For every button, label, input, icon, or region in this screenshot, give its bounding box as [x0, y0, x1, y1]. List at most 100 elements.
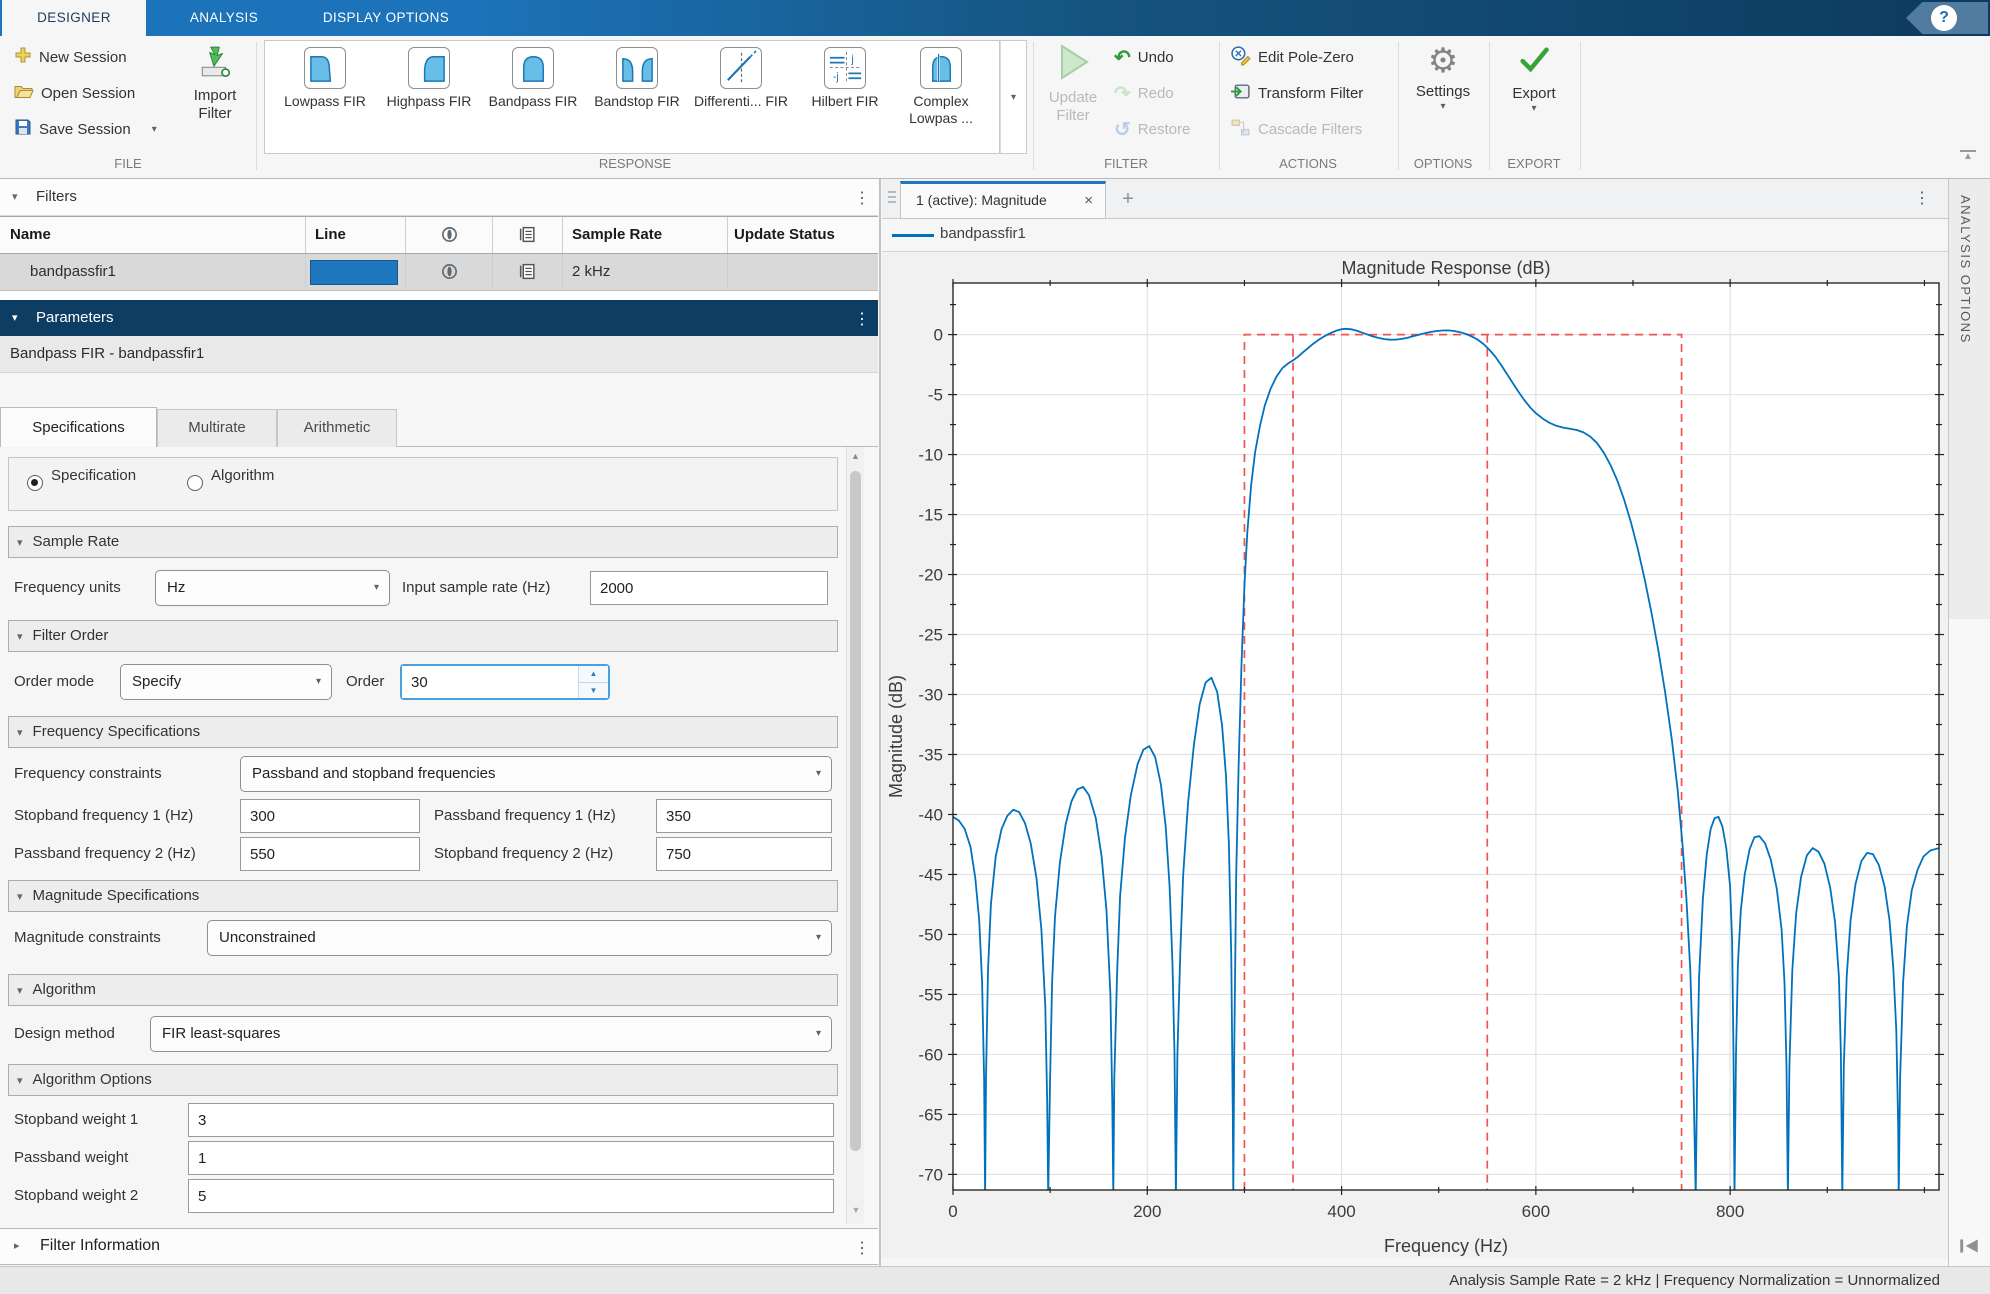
magnitude-specifications-section-header[interactable]: ▾Magnitude Specifications [8, 880, 838, 912]
tab-analysis[interactable]: ANALYSIS [146, 0, 302, 36]
response-differentiator-fir[interactable]: Differenti... FIR [689, 47, 793, 110]
stopband-frequency-2-field[interactable] [656, 837, 832, 871]
filters-panel-menu-icon[interactable]: ⋮ [854, 188, 870, 208]
response-hilbert-fir[interactable]: j-j Hilbert FIR [793, 47, 897, 110]
undo-button[interactable]: ↶ Undo [1114, 44, 1174, 70]
collapse-ribbon-button[interactable]: ▲ [1958, 150, 1978, 162]
export-button[interactable]: Export ▾ [1499, 42, 1569, 114]
chevron-down-icon: ▾ [816, 757, 821, 791]
add-display-tab-button[interactable]: + [1110, 181, 1146, 219]
response-highpass-fir[interactable]: Highpass FIR [377, 47, 481, 110]
settings-button[interactable]: ⚙ Settings ▾ [1408, 42, 1478, 112]
highpass-fir-label: Highpass FIR [377, 93, 481, 110]
order-mode-dropdown[interactable]: Specify▾ [120, 664, 332, 700]
display-panel-menu-icon[interactable]: ⋮ [1914, 188, 1930, 208]
tab-display-options[interactable]: DISPLAY OPTIONS [302, 0, 470, 36]
save-session-button[interactable]: Save Session ▾ [14, 116, 157, 142]
design-method-dropdown[interactable]: FIR least-squares▾ [150, 1016, 832, 1052]
magnitude-display-tab[interactable]: 1 (active): Magnitude × [900, 181, 1106, 219]
update-filter-button[interactable]: Update Filter [1040, 42, 1106, 125]
magnitude-constraints-dropdown[interactable]: Unconstrained▾ [207, 920, 832, 956]
scrollbar-thumb[interactable] [850, 471, 861, 1151]
close-icon[interactable]: × [1084, 184, 1093, 217]
transform-filter-button[interactable]: Transform Filter [1230, 80, 1363, 106]
scrollbar-down-icon[interactable]: ▼ [847, 1205, 865, 1215]
cascade-filters-icon [1230, 117, 1251, 142]
filter-order-section-header[interactable]: ▾Filter Order [8, 620, 838, 652]
stopband-frequency-1-field[interactable] [240, 799, 420, 833]
frequency-units-dropdown[interactable]: Hz▾ [155, 570, 390, 606]
cascade-filters-button[interactable]: Cascade Filters [1230, 116, 1362, 142]
parameters-scrollbar[interactable]: ▲ ▼ [846, 447, 864, 1224]
stopband-weight-1-field[interactable] [188, 1103, 834, 1137]
tab-specifications[interactable]: Specifications [0, 407, 157, 448]
svg-text:-60: -60 [918, 1045, 943, 1064]
filter-row-name: bandpassfir1 [30, 263, 116, 280]
response-gallery-expand-button[interactable]: ▾ [1000, 40, 1027, 154]
panel-splitter[interactable] [879, 179, 881, 1266]
filter-row-info-doc-icon[interactable] [518, 262, 537, 285]
tab-arithmetic[interactable]: Arithmetic [277, 409, 397, 447]
spinner-down-icon[interactable]: ▼ [579, 683, 608, 698]
section-label-actions: ACTIONS [1258, 156, 1358, 171]
frequency-constraints-dropdown[interactable]: Passband and stopband frequencies▾ [240, 756, 832, 792]
tab-bar-grip-icon[interactable] [886, 190, 898, 211]
algorithm-options-section-header[interactable]: ▾Algorithm Options [8, 1064, 838, 1096]
filter-row-visibility-eye-icon[interactable] [440, 262, 459, 285]
svg-text:200: 200 [1133, 1202, 1161, 1221]
parameters-collapse-icon[interactable]: ▾ [12, 311, 18, 324]
parameters-tabs: Specifications Multirate Arithmetic [0, 407, 878, 447]
passband-frequency-1-field[interactable] [656, 799, 832, 833]
filters-collapse-icon[interactable]: ▾ [12, 190, 18, 203]
collapse-ribbon-icon: ▲ [1958, 152, 1978, 162]
cascade-filters-label: Cascade Filters [1258, 121, 1362, 138]
save-session-dropdown-icon[interactable]: ▾ [152, 124, 157, 135]
chevron-down-icon: ▾ [374, 571, 379, 605]
filter-information-menu-icon[interactable]: ⋮ [854, 1238, 870, 1258]
order-field[interactable] [402, 666, 578, 698]
specification-radio[interactable] [27, 475, 43, 493]
filter-line-color-swatch[interactable] [310, 260, 398, 285]
stopband-frequency-2-label: Stopband frequency 2 (Hz) [434, 836, 613, 872]
skip-to-start-icon[interactable] [1957, 1237, 1981, 1260]
sample-rate-section-header[interactable]: ▾Sample Rate [8, 526, 838, 558]
export-dropdown-icon: ▾ [1499, 103, 1569, 114]
edit-pole-zero-button[interactable]: Edit Pole-Zero [1230, 44, 1354, 70]
filters-table-row[interactable]: bandpassfir1 2 kHz [0, 254, 878, 291]
spinner-up-icon[interactable]: ▲ [579, 666, 608, 683]
passband-frequency-2-label: Passband frequency 2 (Hz) [14, 836, 196, 872]
tab-multirate[interactable]: Multirate [157, 409, 277, 447]
analysis-options-strip[interactable]: ANALYSIS OPTIONS [1948, 179, 1990, 1266]
redo-button[interactable]: ↷ Redo [1114, 80, 1174, 106]
response-complex-lowpass-fir[interactable]: Complex Lowpas ... [889, 47, 993, 127]
passband-weight-field[interactable] [188, 1141, 834, 1175]
tab-designer[interactable]: DESIGNER [2, 0, 146, 36]
specifications-content: Specification Algorithm ▾Sample Rate Fre… [0, 447, 878, 1224]
magnitude-response-figure[interactable]: 0-5-10-15-20-25-30-35-40-45-50-55-60-65-… [882, 252, 1948, 1258]
passband-frequency-2-field[interactable] [240, 837, 420, 871]
input-sample-rate-field[interactable] [590, 571, 828, 605]
response-bandpass-fir[interactable]: Bandpass FIR [481, 47, 585, 110]
algorithm-section-header[interactable]: ▾Algorithm [8, 974, 838, 1006]
legend-line-sample [892, 234, 934, 237]
section-label-export: EXPORT [1484, 156, 1584, 171]
hilbert-fir-icon: j-j [824, 47, 866, 89]
open-session-button[interactable]: Open Session [14, 80, 135, 106]
order-spinner[interactable]: ▲ ▼ [400, 664, 610, 700]
scrollbar-up-icon[interactable]: ▲ [847, 447, 864, 465]
svg-text:-35: -35 [918, 745, 943, 764]
restore-button[interactable]: ↺ Restore [1114, 116, 1190, 142]
stopband-weight-2-field[interactable] [188, 1179, 834, 1213]
parameters-panel-menu-icon[interactable]: ⋮ [854, 309, 870, 329]
help-button[interactable]: ? [1906, 2, 1988, 34]
parameters-panel-title: Parameters [36, 309, 114, 326]
algorithm-radio[interactable] [187, 475, 203, 493]
frequency-specifications-section-header[interactable]: ▾Frequency Specifications [8, 716, 838, 748]
response-bandstop-fir[interactable]: Bandstop FIR [585, 47, 689, 110]
filter-information-header[interactable]: ▸ Filter Information ⋮ [0, 1228, 878, 1265]
bandstop-fir-label: Bandstop FIR [585, 93, 689, 110]
new-session-button[interactable]: New Session [14, 44, 127, 70]
import-filter-button[interactable]: Import Filter [182, 44, 248, 123]
filter-row-sample-rate: 2 kHz [572, 263, 610, 280]
response-lowpass-fir[interactable]: Lowpass FIR [273, 47, 377, 110]
